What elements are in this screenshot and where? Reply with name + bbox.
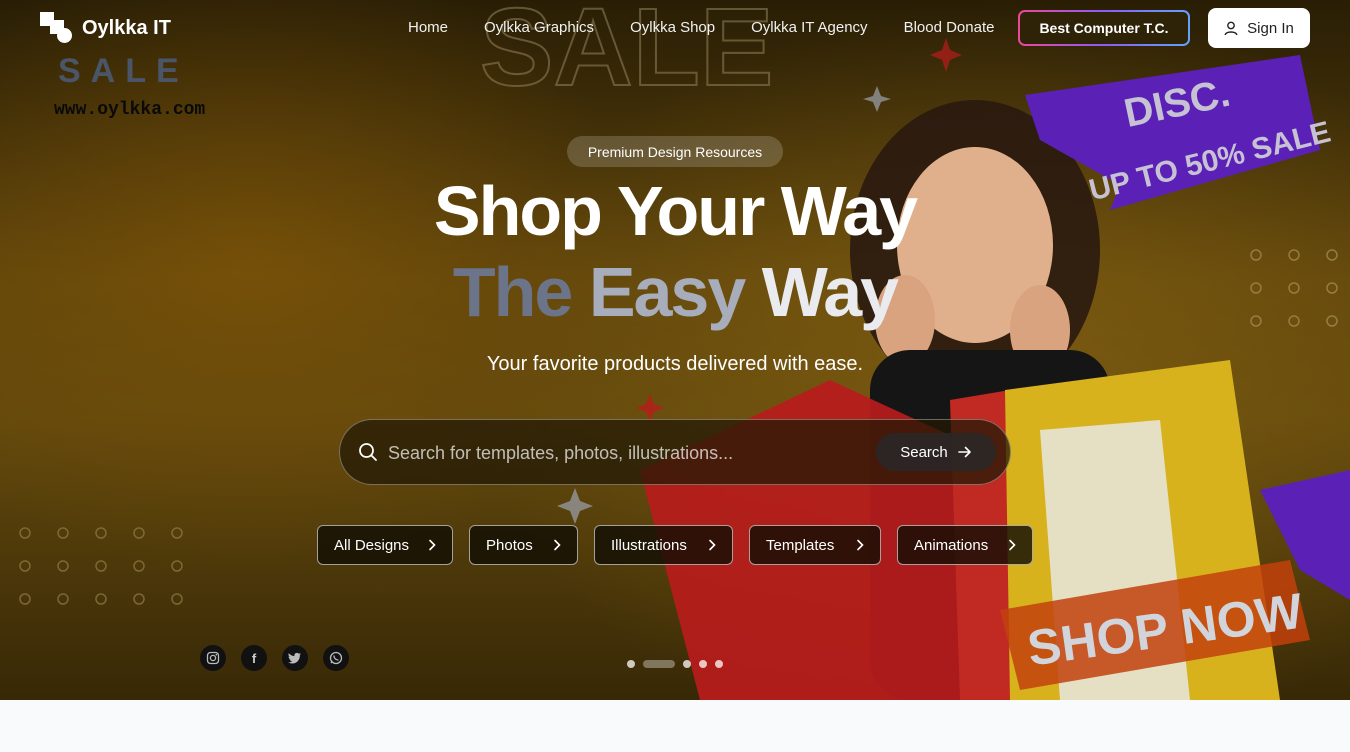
category-label: All Designs: [334, 536, 410, 554]
title-word: The: [452, 253, 573, 331]
nav-link-shop[interactable]: Oylkka Shop: [630, 19, 715, 36]
category-animations[interactable]: Animations: [897, 525, 1033, 565]
premium-badge: Premium Design Resources: [567, 136, 783, 167]
title-word: Easy: [588, 253, 746, 331]
sparkle-icon: [863, 86, 891, 112]
category-label: Illustrations: [611, 536, 687, 554]
hero-background-art: DISC. UP TO 50% SALE SHOP NOW SALE SALE …: [19, 0, 1350, 700]
slide-dot[interactable]: [699, 660, 707, 668]
category-label: Animations: [914, 536, 989, 554]
nav-links: Home Oylkka Graphics Oylkka Shop Oylkka …: [408, 19, 994, 36]
sparkle-icon: [557, 488, 593, 524]
twitter-icon[interactable]: [282, 645, 308, 671]
chevron-right-icon: [709, 539, 716, 551]
hero-title-line2: The Easy Way: [0, 257, 1350, 327]
hero-title-line1: Shop Your Way: [433, 172, 918, 250]
chevron-right-icon: [429, 539, 436, 551]
category-label: Photos: [486, 536, 533, 554]
nav-link-graphics[interactable]: Oylkka Graphics: [484, 19, 594, 36]
search-button[interactable]: Search: [876, 433, 996, 471]
slide-dot[interactable]: [683, 660, 691, 668]
hero-subtitle: Your favorite products delivered with ea…: [486, 353, 864, 375]
category-illustrations[interactable]: Illustrations: [594, 525, 733, 565]
category-label: Templates: [766, 536, 835, 554]
sign-in-label: Sign In: [1247, 19, 1294, 37]
whatsapp-icon[interactable]: [323, 645, 349, 671]
chevron-right-icon: [857, 539, 864, 551]
slide-dot[interactable]: [627, 660, 635, 668]
dot-grid-left: [19, 527, 183, 605]
user-icon: [1224, 21, 1238, 35]
search-icon: [359, 443, 377, 461]
logo[interactable]: Oylkka IT: [40, 12, 171, 44]
website-watermark: www.oylkka.com: [54, 100, 205, 120]
search-button-label: Search: [900, 443, 948, 461]
title-word: Way: [761, 253, 899, 331]
nav-link-home[interactable]: Home: [408, 19, 448, 36]
page-section-below-hero: [0, 700, 1350, 752]
slide-indicators: [627, 660, 723, 668]
navbar: Oylkka IT Home Oylkka Graphics Oylkka Sh…: [0, 0, 1350, 56]
category-buttons: All Designs Photos Illustrations Templat…: [317, 525, 1033, 565]
slide-dot[interactable]: [715, 660, 723, 668]
nav-link-agency[interactable]: Oylkka IT Agency: [751, 19, 867, 36]
instagram-icon[interactable]: [200, 645, 226, 671]
chevron-right-icon: [1009, 539, 1016, 551]
sparkle-icon: [636, 394, 664, 422]
category-photos[interactable]: Photos: [469, 525, 578, 565]
search-input[interactable]: [388, 436, 858, 470]
logo-text: Oylkka IT: [82, 16, 171, 39]
best-computer-button[interactable]: Best Computer T.C.: [1018, 10, 1190, 46]
hero-banner: DISC. UP TO 50% SALE SHOP NOW SALE SALE …: [0, 0, 1350, 700]
arrow-right-icon: [957, 446, 971, 458]
facebook-icon[interactable]: f: [241, 645, 267, 671]
slide-dot-active[interactable]: [643, 660, 675, 668]
logo-icon: [40, 12, 72, 44]
social-links: f: [200, 645, 349, 671]
category-all-designs[interactable]: All Designs: [317, 525, 453, 565]
chevron-right-icon: [554, 539, 561, 551]
category-templates[interactable]: Templates: [749, 525, 881, 565]
sign-in-button[interactable]: Sign In: [1208, 8, 1310, 48]
nav-link-blood-donate[interactable]: Blood Donate: [904, 19, 995, 36]
sale-logo-text: SALE: [58, 52, 189, 90]
search-bar: Search: [339, 419, 1011, 485]
